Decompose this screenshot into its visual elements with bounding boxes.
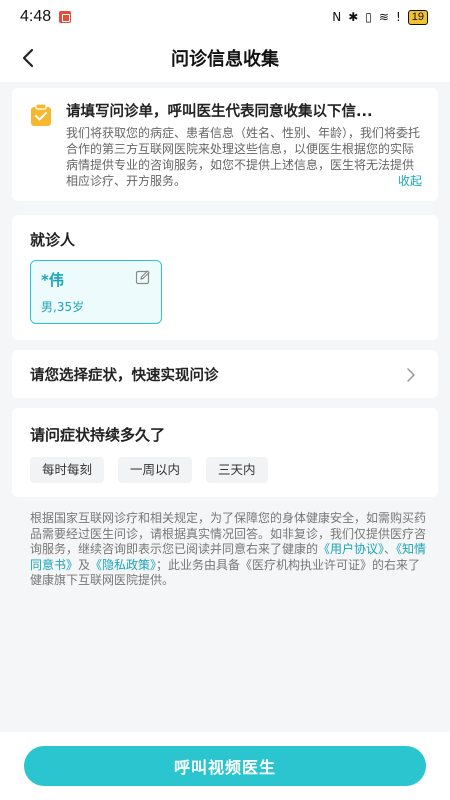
duration-option-three-days[interactable]: 三天内 [206,457,268,483]
symptom-label: 请您选择症状，快速实现问诊 [30,367,219,384]
battery-icon: 19 [407,9,428,25]
duration-options: 每时每刻 一周以内 三天内 [30,457,420,483]
nav-bar: 问诊信息收集 [0,34,450,82]
legal-disclaimer: 根据国家互联网诊疗和相关规定，为了保障您的身体健康安全，如需购买药品需要经过医生… [30,511,430,589]
status-bar: 4:48 N ✱ ▯ ≋ ! 19 [0,0,450,34]
edit-icon[interactable] [135,269,151,285]
disclaimer-separator-1: 、 [384,542,397,556]
patient-chip[interactable]: *伟 男,35岁 [30,260,162,324]
symptom-selector[interactable]: 请您选择症状，快速实现问诊 [12,350,438,398]
notice-title: 请填写问诊单，呼叫医生代表同意收集以下信... [66,104,373,120]
notice-text: 我们将获取您的病症、患者信息（姓名、性别、年龄），我们将委托合作的第三方互联网医… [66,125,422,189]
wifi-icon: ≋ [378,10,389,24]
page-title: 问诊信息收集 [171,49,279,70]
privacy-policy-link[interactable]: 《隐私政策》 [90,558,156,572]
alert-icon: ! [395,10,401,24]
status-time: 4:48 [20,8,52,25]
bottom-bar: 呼叫视频医生 [0,732,450,800]
collapse-link[interactable]: 收起 [398,173,422,189]
duration-title: 请问症状持续多久了 [30,426,166,444]
nfc-icon: N [332,10,342,24]
user-agreement-link[interactable]: 《用户协议》 [318,542,384,556]
call-video-doctor-button[interactable]: 呼叫视频医生 [24,746,426,786]
bluetooth-icon: ✱ [348,10,359,24]
consent-notice: 请填写问诊单，呼叫医生代表同意收集以下信... 我们将获取您的病症、患者信息（姓… [12,88,438,201]
chevron-right-icon [406,367,420,382]
clipboard-icon [28,102,56,130]
duration-section: 请问症状持续多久了 每时每刻 一周以内 三天内 [12,408,438,497]
duration-option-within-week[interactable]: 一周以内 [118,457,193,483]
back-arrow-icon[interactable] [14,44,42,72]
duration-option-always[interactable]: 每时每刻 [30,457,105,483]
patient-meta: 男,35岁 [41,300,85,314]
patient-section-title: 就诊人 [30,231,76,249]
patient-section: 就诊人 *伟 男,35岁 [12,215,438,340]
notice-body: 我们将获取您的病症、患者信息（姓名、性别、年龄），我们将委托合作的第三方互联网医… [66,126,421,188]
notification-icon [59,11,72,23]
vibrate-icon: ▯ [365,10,372,24]
disclaimer-separator-2: 及 [78,557,91,572]
